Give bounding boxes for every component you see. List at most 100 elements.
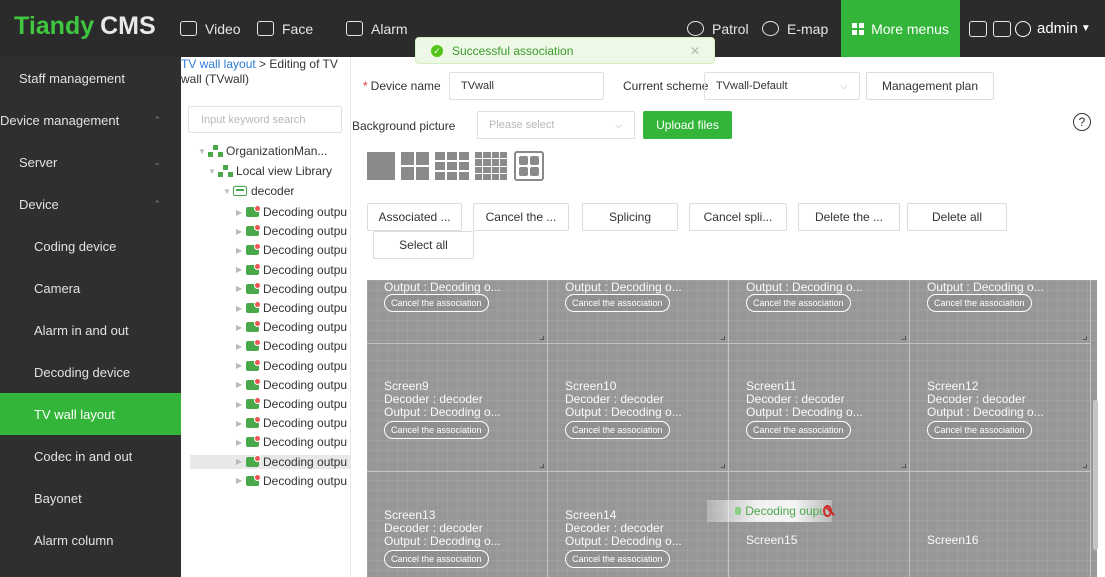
sidebar-item[interactable]: Coding device bbox=[0, 225, 181, 267]
sidebar-item[interactable]: Device ⌃ bbox=[0, 183, 181, 225]
screen-decoder: Decoder : decoder bbox=[565, 521, 664, 535]
wall-screen[interactable]: Output : Decoding o... Cancel the associa… bbox=[548, 280, 729, 344]
wall-screen[interactable]: Screen9 Decoder : decoder Output : Decodin… bbox=[367, 344, 548, 472]
tree-node-decoding-output[interactable]: ▶ Decoding outpu bbox=[236, 339, 350, 353]
cancel-association-chip[interactable]: Cancel the association bbox=[384, 421, 489, 439]
current-scheme-select[interactable]: TVwall-Default ⌵ bbox=[704, 72, 860, 100]
layout-3x3-icon[interactable] bbox=[435, 152, 469, 180]
background-picture-select[interactable]: Please select ⌵ bbox=[477, 111, 635, 139]
resize-handle-icon[interactable] bbox=[902, 336, 906, 340]
tree-search-input[interactable]: Input keyword search bbox=[188, 106, 342, 133]
user-menu[interactable]: admin ▼ bbox=[1015, 0, 1091, 57]
cancel-association-chip[interactable]: Cancel the association bbox=[565, 550, 670, 568]
management-plan-button[interactable]: Management plan bbox=[866, 72, 994, 100]
cancel-association-chip[interactable]: Cancel the association bbox=[384, 550, 489, 568]
cancel-association-chip[interactable]: Cancel the association bbox=[565, 294, 670, 312]
cancel-association-chip[interactable]: Cancel the association bbox=[927, 294, 1032, 312]
tree-node-decoding-output[interactable]: ▶ Decoding outpu bbox=[236, 281, 350, 296]
layout-4x4-icon[interactable] bbox=[475, 152, 507, 180]
chevron-down-icon: ⌵ bbox=[615, 119, 622, 130]
help-icon[interactable]: ? bbox=[1073, 113, 1091, 131]
resize-handle-icon[interactable] bbox=[1083, 336, 1087, 340]
cancel-association-chip[interactable]: Cancel the association bbox=[746, 421, 851, 439]
tree-node-decoding-output[interactable]: ▶ Decoding outpu bbox=[236, 473, 350, 488]
cancel-splicing-button[interactable]: Cancel spli... bbox=[689, 203, 787, 231]
sidebar-item[interactable]: TV wall layout bbox=[0, 393, 181, 435]
tree-node-decoding-output[interactable]: ▶ Decoding outpu bbox=[190, 454, 351, 469]
tree-node-decoding-output[interactable]: ▶ Decoding outpu bbox=[236, 358, 350, 373]
wall-screen[interactable]: Output : Decoding o... Cancel the associa… bbox=[367, 280, 548, 344]
vertical-scrollbar[interactable] bbox=[1093, 400, 1098, 550]
tree-node-decoding-output[interactable]: ▶ Decoding outpu bbox=[236, 262, 350, 277]
wall-screen[interactable]: Output : Decoding o... Cancel the associa… bbox=[729, 280, 910, 344]
tree-node-local-library[interactable]: ▼ Local view Library bbox=[208, 164, 348, 178]
close-icon[interactable]: ✕ bbox=[690, 44, 700, 58]
wall-screen[interactable]: Screen10 Decoder : decoder Output : Decodi… bbox=[548, 344, 729, 472]
tree-node-decoding-output[interactable]: ▶ Decoding outpu bbox=[236, 397, 350, 411]
device-name-input[interactable]: TVwall bbox=[449, 72, 604, 100]
decoding-output-icon bbox=[246, 435, 261, 448]
delete-button[interactable]: Delete the ... bbox=[798, 203, 900, 231]
expand-arrow-icon: ▶ bbox=[236, 361, 243, 371]
cancel-association-chip[interactable]: Cancel the association bbox=[384, 294, 489, 312]
resize-handle-icon[interactable] bbox=[902, 464, 906, 468]
sidebar-item[interactable]: Server ⌄ bbox=[0, 141, 181, 183]
tree-node-decoding-output[interactable]: ▶ Decoding outpu bbox=[236, 205, 350, 219]
tree-node-decoding-output[interactable]: ▶ Decoding outpu bbox=[236, 377, 350, 392]
sidebar-item[interactable]: Bayonet bbox=[0, 477, 181, 519]
sidebar-item[interactable]: Codec in and out bbox=[0, 435, 181, 477]
sidebar-item[interactable]: Camera bbox=[0, 267, 181, 309]
skin-icon[interactable] bbox=[969, 20, 987, 37]
resize-handle-icon[interactable] bbox=[540, 464, 544, 468]
nav-emap[interactable]: E-map bbox=[762, 0, 828, 57]
sidebar-item[interactable]: Access controller bbox=[0, 561, 181, 577]
tree-node-org[interactable]: ▼ OrganizationMan... bbox=[198, 144, 348, 158]
screen-name: Screen12 bbox=[927, 379, 979, 393]
wall-screen[interactable]: Output : Decoding o... Cancel the associa… bbox=[910, 280, 1091, 344]
tv-wall-canvas[interactable]: Output : Decoding o... Cancel the associa… bbox=[367, 280, 1097, 577]
tree-node-decoding-output[interactable]: ▶ Decoding outpu bbox=[236, 320, 350, 334]
breadcrumb-link[interactable]: TV wall layout bbox=[181, 57, 256, 71]
sidebar: Staff management Device management ⌃ Server… bbox=[0, 57, 181, 577]
tree-node-decoding-output[interactable]: ▶ Decoding outpu bbox=[236, 416, 350, 430]
screen-output: Output : Decoding o... bbox=[565, 534, 682, 548]
tree-node-decoding-output[interactable]: ▶ Decoding outpu bbox=[236, 243, 350, 257]
wall-screen[interactable]: Screen13 Decoder : decoder Output : Decodi… bbox=[367, 472, 548, 577]
cancel-association-button[interactable]: Cancel the ... bbox=[473, 203, 569, 231]
layout-2x2-icon[interactable] bbox=[401, 152, 429, 180]
tree-node-decoding-output[interactable]: ▶ Decoding outpu bbox=[236, 224, 350, 238]
layout-custom-icon[interactable] bbox=[514, 151, 544, 181]
wall-screen[interactable]: Screen14 Decoder : decoder Output : Decodi… bbox=[548, 472, 729, 577]
nav-alarm[interactable]: Alarm bbox=[346, 0, 408, 57]
nav-face[interactable]: Face bbox=[257, 0, 313, 57]
sidebar-item[interactable]: Alarm column bbox=[0, 519, 181, 561]
cancel-association-chip[interactable]: Cancel the association bbox=[565, 421, 670, 439]
cancel-association-chip[interactable]: Cancel the association bbox=[746, 294, 851, 312]
resize-handle-icon[interactable] bbox=[721, 336, 725, 340]
resize-handle-icon[interactable] bbox=[721, 464, 725, 468]
logout-icon[interactable] bbox=[993, 20, 1011, 37]
delete-all-button[interactable]: Delete all bbox=[907, 203, 1007, 231]
associated-button[interactable]: Associated ... bbox=[367, 203, 462, 231]
wall-screen[interactable]: Screen12 Decoder : decoder Output : Decodi… bbox=[910, 344, 1091, 472]
wall-screen[interactable]: Screen16 bbox=[910, 472, 1091, 577]
wall-screen[interactable]: Screen15 bbox=[729, 472, 910, 577]
tree-node-decoding-output[interactable]: ▶ Decoding outpu bbox=[236, 435, 350, 449]
sidebar-item[interactable]: Staff management bbox=[0, 57, 181, 99]
nav-video[interactable]: Video bbox=[180, 0, 241, 57]
sidebar-item[interactable]: Alarm in and out bbox=[0, 309, 181, 351]
layout-1x1-icon[interactable] bbox=[367, 152, 395, 180]
sidebar-item[interactable]: Decoding device bbox=[0, 351, 181, 393]
select-all-button[interactable]: Select all bbox=[373, 231, 474, 259]
resize-handle-icon[interactable] bbox=[540, 336, 544, 340]
no-drop-cursor-icon bbox=[823, 505, 832, 517]
sidebar-item[interactable]: Device management ⌃ bbox=[0, 99, 181, 141]
upload-files-button[interactable]: Upload files bbox=[643, 111, 732, 139]
wall-screen[interactable]: Screen11 Decoder : decoder Output : Decodi… bbox=[729, 344, 910, 472]
tree-node-decoder[interactable]: ▼ decoder bbox=[223, 184, 348, 198]
splicing-button[interactable]: Splicing bbox=[582, 203, 678, 231]
nav-more-menus[interactable]: More menus bbox=[841, 0, 960, 57]
cancel-association-chip[interactable]: Cancel the association bbox=[927, 421, 1032, 439]
resize-handle-icon[interactable] bbox=[1083, 464, 1087, 468]
tree-node-decoding-output[interactable]: ▶ Decoding outpu bbox=[236, 301, 350, 315]
